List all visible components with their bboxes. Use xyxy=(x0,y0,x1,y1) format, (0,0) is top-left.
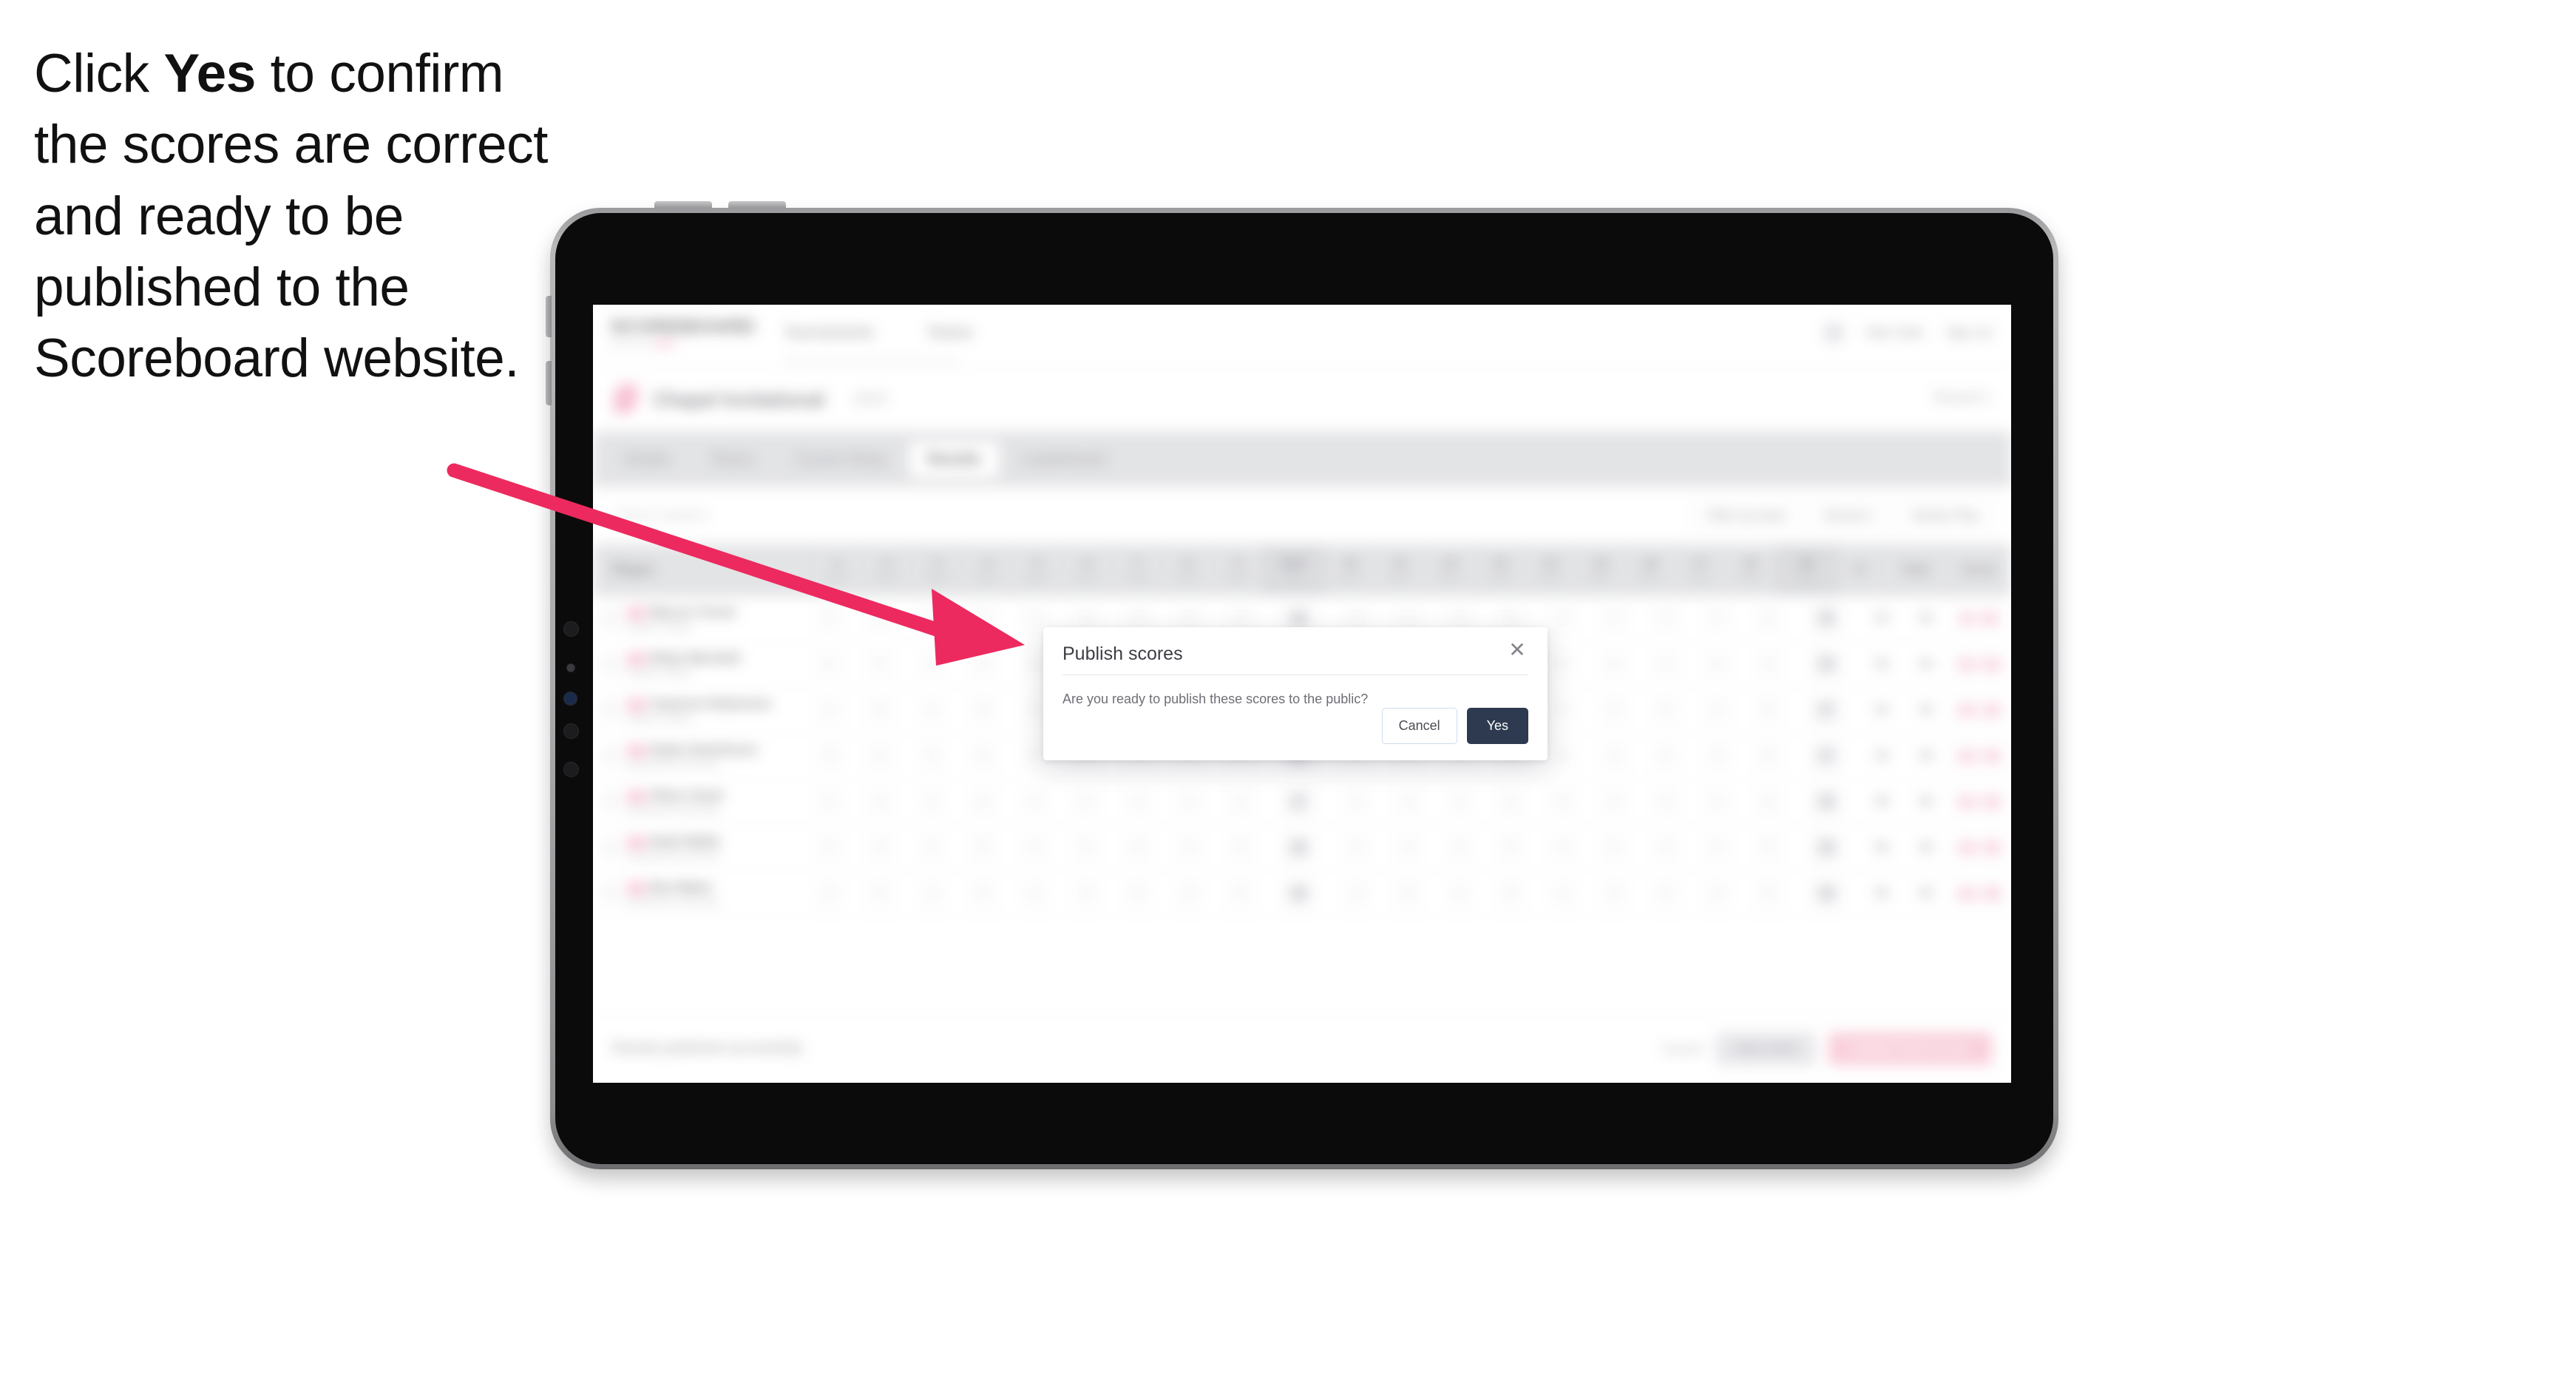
publish-scores-dialog: Publish scores ✕ Are you ready to publis… xyxy=(1043,627,1548,760)
dialog-message: Are you ready to publish these scores to… xyxy=(1062,692,1369,706)
power-button[interactable] xyxy=(546,296,552,337)
dialog-header: Publish scores ✕ xyxy=(1062,627,1528,675)
cancel-button[interactable]: Cancel xyxy=(1381,708,1457,744)
close-icon[interactable]: ✕ xyxy=(1506,639,1528,661)
tablet-screen: SCOREBOARD powered by GOLF Tournaments T… xyxy=(593,305,2011,1083)
bezel-dot-three xyxy=(563,723,579,739)
bezel-dot-four xyxy=(563,762,579,777)
camera-lens xyxy=(563,692,577,706)
dialog-actions: Cancel Yes xyxy=(1381,708,1528,744)
caption-before: Click xyxy=(34,44,164,104)
dialog-title: Publish scores xyxy=(1062,643,1183,664)
instruction-caption: Click Yes to confirm the scores are corr… xyxy=(34,38,581,395)
bezel-dot-one xyxy=(563,621,579,637)
caption-emphasis: Yes xyxy=(163,44,256,104)
volume-button[interactable] xyxy=(546,361,552,405)
bezel-dot-two xyxy=(566,663,575,672)
yes-button[interactable]: Yes xyxy=(1466,708,1528,744)
